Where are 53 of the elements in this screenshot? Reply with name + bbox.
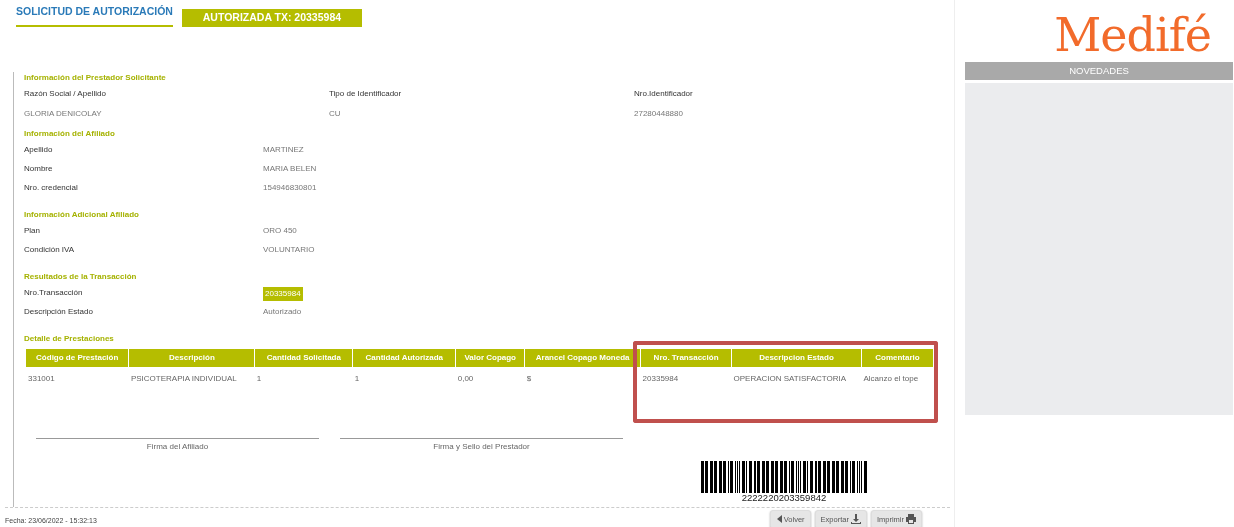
- field-value: GLORIA DENICOLAY: [24, 107, 103, 120]
- tab[interactable]: SOLICITUD DE AUTORIZACIÓN: [16, 0, 173, 27]
- table-cell: Alcanzo el tope: [861, 366, 934, 385]
- field-value: 20335984: [263, 286, 303, 301]
- field-label: Tipo de Identificador: [329, 87, 403, 100]
- section-title: Información Adicional Afiliado: [24, 208, 140, 221]
- section-title: Resultados de la Transacción: [24, 270, 138, 283]
- signature-line: Firma y Sello del Prestador: [340, 437, 623, 453]
- field-value: 154946830801: [263, 181, 317, 194]
- table-cell: PSICOTERAPIA INDIVIDUAL: [128, 366, 255, 385]
- section-title: Información del Afiliado: [24, 127, 116, 140]
- panel-title: NOVEDADES: [965, 62, 1233, 81]
- column-header: Cantidad Autorizada: [352, 348, 456, 367]
- field-label: Plan: [24, 224, 41, 237]
- field-label: Nombre: [24, 162, 54, 175]
- table-cell: 20335984: [640, 366, 732, 385]
- status-badge: AUTORIZADA TX: 20335984: [181, 9, 362, 27]
- field-label: Apellido: [24, 143, 54, 156]
- table-cell: 1: [352, 366, 456, 385]
- field-label: Nro.Identificador: [634, 87, 694, 100]
- column-header: Comentario: [861, 348, 934, 367]
- field-value: MARIA BELEN: [263, 162, 317, 175]
- field-label: Descripción Estado: [24, 305, 94, 318]
- field-label: Condición IVA: [24, 243, 76, 256]
- signature-line: Firma del Afiliado: [36, 437, 319, 453]
- download-icon: [850, 514, 861, 525]
- field-label: Nro.Transacción: [24, 286, 84, 299]
- column-header: Cantidad Solicitada: [254, 348, 353, 367]
- column-header: Arancel Copago Moneda: [524, 348, 641, 367]
- column-header: Valor Copago: [455, 348, 525, 367]
- field-value: Autorizado: [263, 305, 302, 318]
- field-value: CU: [329, 107, 342, 120]
- field-value: 27280448880: [634, 107, 684, 120]
- section-title: Detalle de Prestaciones: [24, 332, 115, 345]
- field-value: VOLUNTARIO: [263, 243, 315, 256]
- logo: Medifé: [1053, 12, 1212, 58]
- column-header: Descripción: [128, 348, 255, 367]
- table-cell: $: [524, 366, 641, 385]
- field-value: ORO 450: [263, 224, 297, 237]
- column-header: Nro. Transacción: [640, 348, 732, 367]
- table-cell: 331001: [26, 366, 129, 385]
- field-value: MARTINEZ: [263, 143, 304, 156]
- printer-icon: [906, 514, 916, 525]
- column-header: Código de Prestación: [26, 348, 129, 367]
- column-header: Descripcion Estado: [731, 348, 862, 367]
- field-label: Razón Social / Apellido: [24, 87, 107, 100]
- section-title: Información del Prestador Solicitante: [24, 71, 167, 84]
- table-cell: 1: [254, 366, 353, 385]
- barcode-number: 2222220203359842: [741, 492, 827, 503]
- field-label: Nro. credencial: [24, 181, 79, 194]
- table-cell: OPERACION SATISFACTORIA: [731, 366, 862, 385]
- caret-left-icon: [775, 514, 782, 525]
- table-cell: 0,00: [455, 366, 525, 385]
